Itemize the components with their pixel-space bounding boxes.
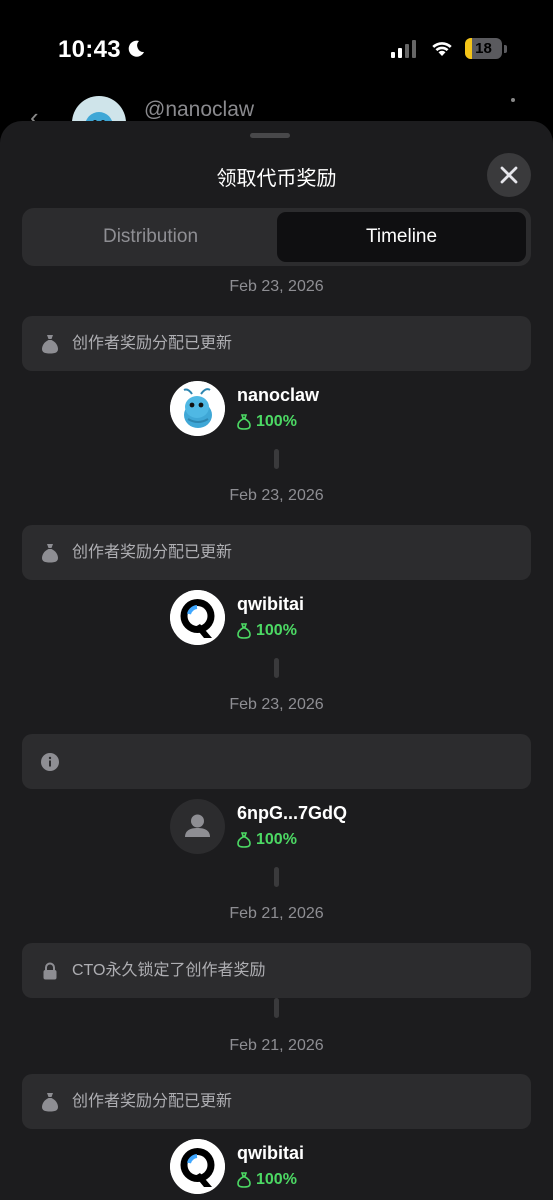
recipient-row[interactable]: qwibitai 100%	[170, 1139, 470, 1195]
timeline-event: 创作者奖励分配已更新	[22, 316, 531, 371]
timeline-event: CTO永久锁定了创作者奖励	[22, 943, 531, 998]
segmented-control: Distribution Timeline	[22, 208, 531, 266]
timeline-date: Feb 21, 2026	[229, 905, 324, 922]
recipient-row[interactable]: nanoclaw 100%	[170, 381, 470, 437]
event-text: 创作者奖励分配已更新	[72, 1093, 233, 1110]
recipient-name: qwibitai	[237, 1143, 304, 1163]
moneybag-icon	[39, 542, 61, 564]
timeline-date: Feb 23, 2026	[229, 487, 324, 504]
timeline-event: 创作者奖励分配已更新	[22, 1074, 531, 1129]
moneybag-icon	[39, 1091, 61, 1113]
event-text: 创作者奖励分配已更新	[72, 544, 233, 561]
recipient-name: qwibitai	[237, 594, 304, 614]
timeline-connector	[274, 449, 279, 469]
more-dots-icon[interactable]	[511, 98, 515, 102]
battery-tip	[504, 45, 507, 53]
share-percent: 100%	[256, 413, 297, 430]
recipient-name: 6npG...7GdQ	[237, 803, 348, 823]
tab-timeline[interactable]: Timeline	[277, 212, 526, 262]
timeline-connector	[274, 658, 279, 678]
avatar	[170, 1139, 225, 1194]
moneybag-icon	[237, 414, 251, 430]
sheet-grabber[interactable]	[250, 133, 290, 138]
avatar	[170, 590, 225, 645]
share-percent: 100%	[256, 622, 297, 639]
moneybag-icon	[39, 333, 61, 355]
moneybag-icon	[237, 623, 251, 639]
share-percent: 100%	[256, 831, 297, 848]
sheet-title: 领取代币奖励	[216, 168, 337, 190]
timeline-date: Feb 23, 2026	[229, 278, 324, 295]
cellular-signal-icon	[391, 40, 416, 58]
lock-icon	[39, 960, 61, 982]
share-value: 100%	[237, 413, 297, 431]
recipient-name: nanoclaw	[237, 385, 320, 405]
timeline-date: Feb 23, 2026	[229, 696, 324, 713]
share-value: 100%	[237, 1171, 297, 1189]
timeline-date: Feb 21, 2026	[229, 1037, 324, 1054]
close-icon	[500, 166, 518, 184]
share-percent: 100%	[256, 1171, 297, 1188]
timeline-event	[22, 734, 531, 789]
info-icon	[39, 751, 61, 773]
moneybag-icon	[237, 1172, 251, 1188]
tab-distribution[interactable]: Distribution	[26, 212, 275, 262]
reward-sheet: 领取代币奖励 Distribution Timeline Feb 23, 202…	[0, 121, 553, 1200]
close-button[interactable]	[487, 153, 531, 197]
event-text: 创作者奖励分配已更新	[72, 335, 233, 352]
recipient-row[interactable]: 6npG...7GdQ 100%	[170, 799, 470, 855]
timeline-connector	[274, 998, 279, 1018]
recipient-row[interactable]: qwibitai 100%	[170, 590, 470, 646]
person-icon	[185, 814, 210, 837]
moneybag-icon	[237, 832, 251, 848]
share-value: 100%	[237, 622, 297, 640]
event-text: CTO永久锁定了创作者奖励	[72, 962, 266, 979]
battery-icon: 18	[465, 38, 502, 59]
battery-percent: 18	[475, 40, 492, 57]
status-bar: 10:43 18	[0, 0, 553, 100]
status-time: 10:43	[58, 36, 121, 63]
avatar	[170, 799, 225, 854]
avatar	[170, 381, 225, 436]
background-username: @nanoclaw	[144, 98, 255, 121]
moon-icon	[128, 40, 144, 57]
timeline-connector	[274, 867, 279, 887]
timeline-event: 创作者奖励分配已更新	[22, 525, 531, 580]
share-value: 100%	[237, 831, 297, 849]
wifi-icon	[432, 42, 452, 56]
